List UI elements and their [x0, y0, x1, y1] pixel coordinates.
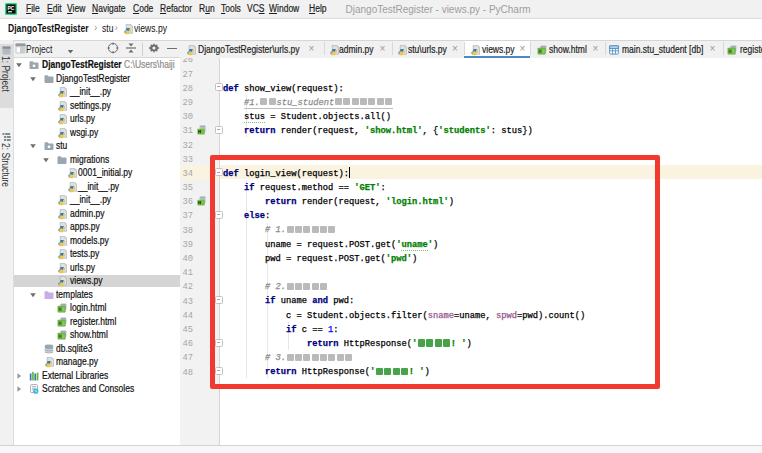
svg-text:PC: PC	[8, 5, 15, 11]
